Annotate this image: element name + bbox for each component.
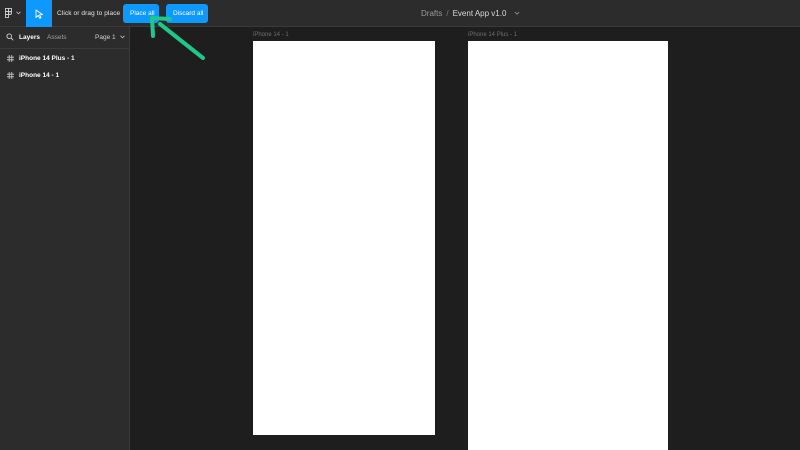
layer-item-label: iPhone 14 Plus - 1 <box>19 55 75 62</box>
file-breadcrumb: Drafts / Event App v1.0 <box>421 0 520 27</box>
file-name[interactable]: Event App v1.0 <box>453 9 507 18</box>
move-tool-icon <box>35 9 43 19</box>
breadcrumb-separator: / <box>446 9 449 18</box>
tab-assets[interactable]: Assets <box>47 27 67 49</box>
chevron-down-icon <box>16 11 21 15</box>
frame-label-iphone-14-plus[interactable]: iPhone 14 Plus - 1 <box>468 32 517 38</box>
chevron-down-icon <box>120 35 126 39</box>
place-all-button[interactable]: Place all <box>123 4 159 23</box>
panel-tabs: Layers Assets Page 1 <box>0 27 129 49</box>
frame-iphone-14-plus[interactable] <box>468 41 668 450</box>
frame-icon <box>7 55 14 62</box>
layer-item-label: iPhone 14 - 1 <box>19 72 60 79</box>
chevron-down-icon[interactable] <box>514 11 520 16</box>
layer-item-iphone-14[interactable]: iPhone 14 - 1 <box>0 67 130 84</box>
placement-hint: Click or drag to place <box>57 10 121 17</box>
move-tool-button[interactable] <box>26 0 52 27</box>
design-app: Click or drag to place Place all Discard… <box>0 0 800 450</box>
layer-item-iphone-14-plus[interactable]: iPhone 14 Plus - 1 <box>0 50 130 67</box>
top-toolbar: Click or drag to place Place all Discard… <box>0 0 800 27</box>
page-selector[interactable]: Page 1 <box>95 27 126 49</box>
design-canvas[interactable]: iPhone 14 - 1 iPhone 14 Plus - 1 <box>130 27 800 450</box>
frame-icon <box>7 72 14 79</box>
discard-all-button[interactable]: Discard all <box>166 4 208 23</box>
tab-layers[interactable]: Layers <box>19 27 40 49</box>
page-selector-label: Page 1 <box>95 34 116 41</box>
frame-iphone-14[interactable] <box>253 41 435 435</box>
layers-panel: Layers Assets Page 1 iPhone 14 Plus - 1 … <box>0 27 130 450</box>
breadcrumb-project[interactable]: Drafts <box>421 9 442 18</box>
frame-label-iphone-14[interactable]: iPhone 14 - 1 <box>253 32 289 38</box>
search-icon[interactable] <box>6 33 14 41</box>
figma-menu-icon <box>5 8 12 18</box>
main-menu-button[interactable] <box>0 0 26 27</box>
